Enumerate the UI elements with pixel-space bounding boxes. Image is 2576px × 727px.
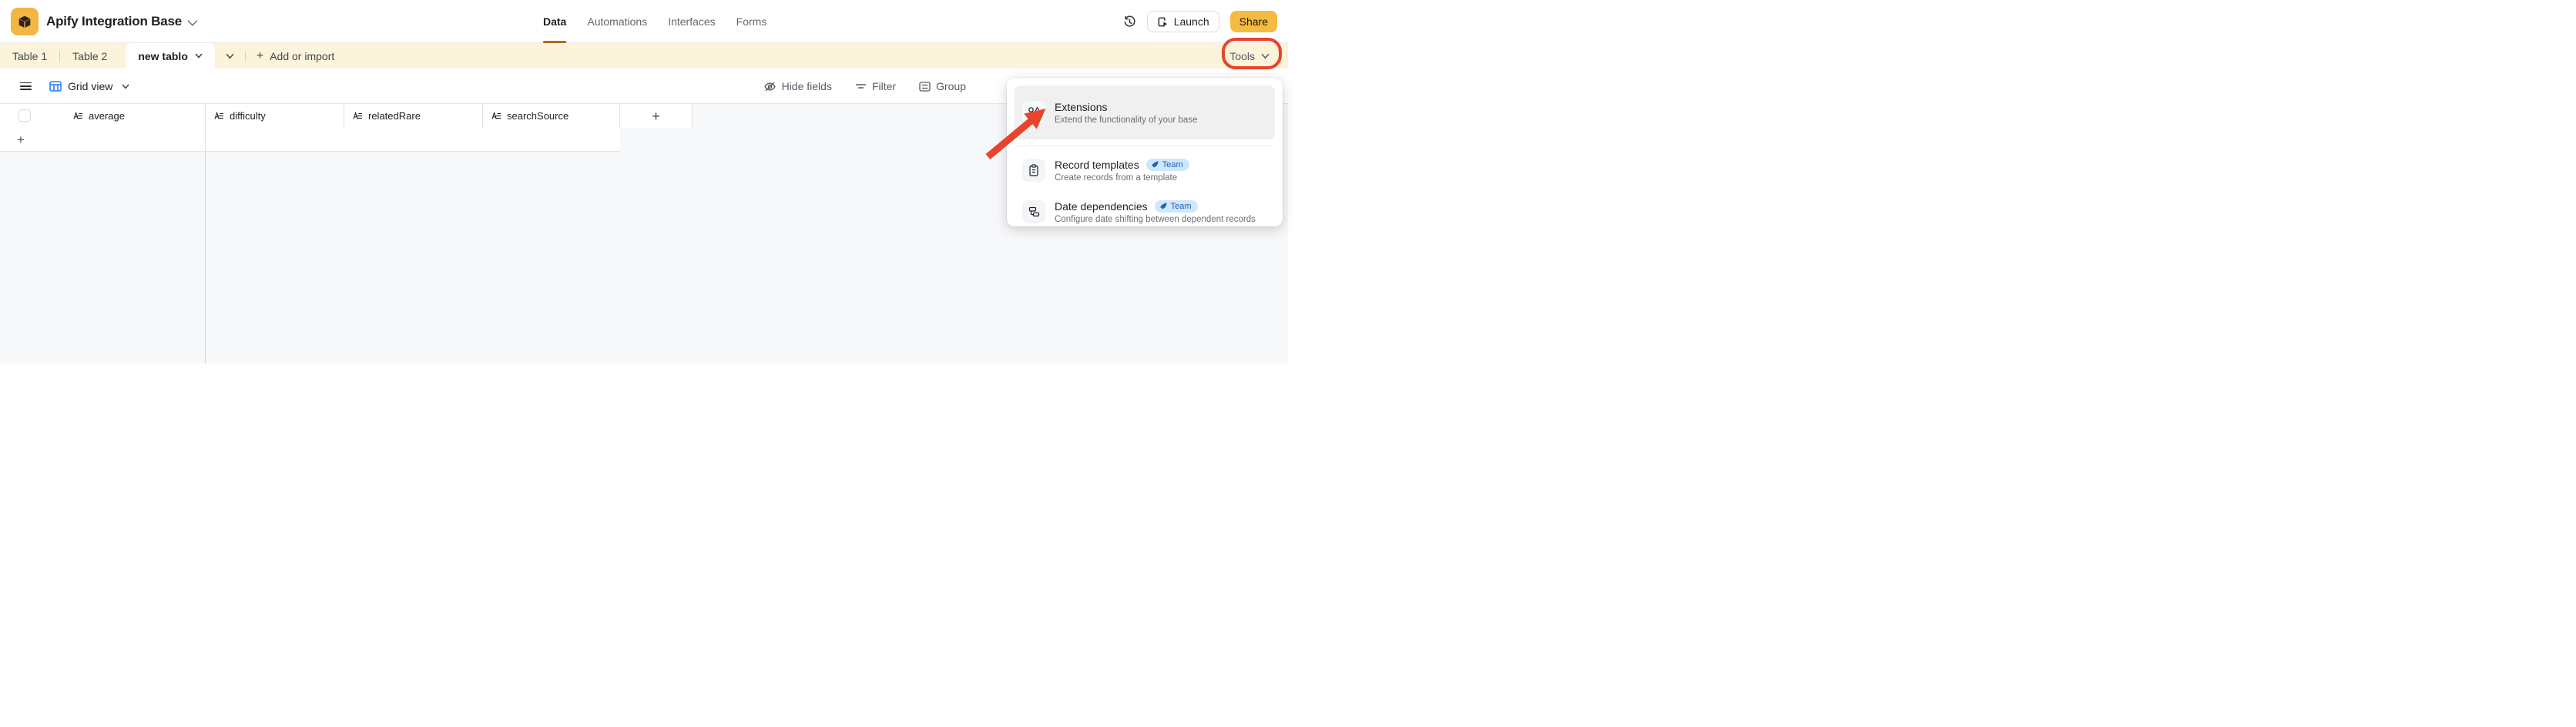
menu-item-record-templates[interactable]: Record templates Team Create records fro… — [1015, 152, 1275, 188]
group-button[interactable]: Group — [919, 80, 966, 92]
extensions-shapes-icon — [1028, 106, 1041, 119]
team-plan-badge: Team — [1146, 159, 1189, 171]
header-actions: Launch Share — [1123, 0, 1277, 43]
launch-icon — [1157, 16, 1169, 28]
single-line-text-field-icon — [214, 112, 224, 120]
apify-logo-icon — [16, 13, 33, 30]
chevron-down-icon — [1261, 53, 1270, 59]
launch-button[interactable]: Launch — [1147, 11, 1219, 32]
grid-header-row: average difficulty r — [0, 104, 693, 128]
top-nav: Data Automations Interfaces Forms — [543, 0, 766, 43]
single-line-text-field-icon — [73, 112, 83, 120]
single-line-text-field-icon — [491, 112, 501, 120]
tools-dropdown-menu: Extensions Extend the functionality of y… — [1007, 78, 1283, 226]
rocket-icon — [1159, 202, 1168, 210]
select-all-checkbox[interactable] — [18, 109, 31, 122]
tab-table-1[interactable]: Table 1 — [0, 43, 59, 69]
clipboard-icon — [1028, 164, 1039, 176]
app-header: Apify Integration Base Data Automations … — [0, 0, 1288, 43]
group-icon — [919, 82, 931, 92]
base-title-menu[interactable]: Apify Integration Base — [46, 0, 195, 43]
base-title: Apify Integration Base — [46, 14, 182, 29]
history-icon[interactable] — [1123, 15, 1136, 28]
hide-fields-button[interactable]: Hide fields — [763, 80, 832, 92]
filter-icon — [855, 82, 867, 91]
tab-data[interactable]: Data — [543, 0, 566, 43]
filter-button[interactable]: Filter — [855, 80, 896, 92]
chevron-down-icon — [122, 84, 129, 89]
add-record-row[interactable]: + — [0, 128, 620, 152]
table-tab-bar: Table 1 Table 2 new tablo + Add or impor… — [0, 43, 1288, 69]
team-plan-badge: Team — [1155, 200, 1198, 213]
view-config-buttons: Hide fields Filter Group — [763, 69, 966, 104]
grid-view-icon — [49, 81, 62, 92]
airtable-base-page: Apify Integration Base Data Automations … — [0, 0, 1288, 364]
plus-icon: + — [652, 109, 660, 123]
chevron-down-icon — [226, 53, 234, 59]
rocket-icon — [1151, 160, 1159, 169]
primary-column-divider — [205, 152, 206, 364]
column-header-average[interactable]: average — [0, 104, 206, 128]
tab-new-tablo-active[interactable]: new tablo — [126, 43, 215, 69]
share-button[interactable]: Share — [1230, 11, 1277, 32]
add-field-button[interactable]: + — [620, 104, 693, 128]
tab-interfaces[interactable]: Interfaces — [668, 0, 715, 43]
tools-button[interactable]: Tools — [1229, 43, 1270, 69]
tab-automations[interactable]: Automations — [587, 0, 647, 43]
dependency-icon — [1028, 206, 1040, 217]
add-or-import-button[interactable]: + Add or import — [246, 43, 345, 69]
column-header-difficulty[interactable]: difficulty — [206, 104, 344, 128]
column-header-relatedRare[interactable]: relatedRare — [344, 104, 483, 128]
table-list-chevron-button[interactable] — [215, 43, 245, 69]
eye-slash-icon — [763, 81, 776, 92]
single-line-text-field-icon — [353, 112, 363, 120]
tab-forms[interactable]: Forms — [736, 0, 767, 43]
apify-base-logo[interactable] — [11, 8, 39, 35]
menu-item-extensions[interactable]: Extensions Extend the functionality of y… — [1015, 85, 1275, 139]
chevron-down-icon — [195, 53, 203, 59]
menu-item-date-dependencies[interactable]: Date dependencies Team Configure date sh… — [1015, 194, 1275, 229]
plus-icon: + — [17, 133, 25, 146]
plus-icon: + — [257, 50, 263, 62]
view-name: Grid view — [68, 80, 112, 92]
column-header-searchSource[interactable]: searchSource — [483, 104, 620, 128]
chevron-down-icon — [188, 15, 198, 25]
tab-table-2[interactable]: Table 2 — [60, 43, 119, 69]
view-sidebar-toggle[interactable] — [20, 80, 32, 92]
view-switcher[interactable]: Grid view — [49, 69, 129, 104]
